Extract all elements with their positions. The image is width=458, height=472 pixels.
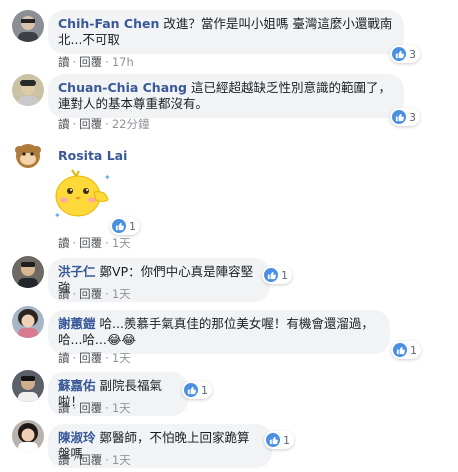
thumbs-up-icon bbox=[264, 268, 278, 282]
like-count: 3 bbox=[409, 110, 416, 124]
user-photo-icon bbox=[12, 140, 44, 172]
comment-author[interactable]: 洪子仁 bbox=[58, 264, 96, 279]
comment-actions: 讀 · 回覆 · 17h bbox=[58, 55, 134, 69]
reply-link[interactable]: 回覆 bbox=[79, 55, 102, 69]
avatar[interactable] bbox=[12, 140, 44, 172]
translate-link[interactable]: 讀 bbox=[58, 55, 70, 69]
comment-time[interactable]: 1天 bbox=[112, 287, 131, 301]
comment-actions: 讀 · 回覆 · 1天 bbox=[58, 401, 131, 415]
translate-link[interactable]: 讀 bbox=[58, 117, 70, 131]
thumbs-up-icon bbox=[392, 47, 406, 61]
user-photo-icon bbox=[12, 306, 44, 338]
thumbs-up-icon bbox=[392, 110, 406, 124]
thumbs-up-icon bbox=[266, 433, 280, 447]
comment-bubble: Chih-Fan Chen 改進？當作是叫小姐嗎 臺灣這麼小還戰南北...不可取 bbox=[48, 10, 404, 54]
reaction-count[interactable]: 1 bbox=[110, 217, 140, 235]
reply-link[interactable]: 回覆 bbox=[79, 236, 102, 250]
comment-author[interactable]: Rosita Lai bbox=[58, 148, 127, 163]
svg-text:✦: ✦ bbox=[54, 211, 61, 220]
reply-link[interactable]: 回覆 bbox=[79, 351, 102, 365]
comment-actions: 讀 · 回覆 · 1天 bbox=[58, 351, 131, 365]
comment-bubble: Chuan-Chia Chang 這已經超越缺乏性別意識的範圍了，連對人的基本尊重… bbox=[48, 74, 404, 118]
comment-time[interactable]: 17h bbox=[112, 55, 134, 69]
reaction-count[interactable]: 1 bbox=[391, 341, 421, 359]
like-count: 1 bbox=[201, 383, 208, 397]
reply-link[interactable]: 回覆 bbox=[79, 453, 102, 467]
translate-link[interactable]: 讀 bbox=[58, 401, 70, 415]
translate-link[interactable]: 讀 bbox=[58, 287, 70, 301]
reaction-count[interactable]: 1 bbox=[264, 431, 294, 449]
user-photo-icon bbox=[12, 256, 44, 288]
translate-link[interactable]: 讀 bbox=[58, 351, 70, 365]
comment-actions: 讀 · 回覆 · 1天 bbox=[58, 287, 131, 301]
reaction-count[interactable]: 3 bbox=[390, 108, 420, 126]
comment-text: 哈...羨慕手氣真佳的那位美女喔！有機會還溜過，哈...哈...😂😂 bbox=[58, 316, 374, 347]
user-photo-icon bbox=[12, 74, 44, 106]
comment-author[interactable]: 蘇嘉佑 bbox=[58, 378, 96, 393]
comment-author[interactable]: 謝蕙鎧 bbox=[58, 316, 96, 331]
user-photo-icon bbox=[12, 370, 44, 402]
reaction-count[interactable]: 1 bbox=[182, 381, 212, 399]
avatar[interactable] bbox=[12, 256, 44, 288]
comment-actions: 讀 · 回覆 · 1天 bbox=[58, 453, 131, 467]
svg-text:✦: ✦ bbox=[104, 173, 111, 182]
avatar[interactable] bbox=[12, 10, 44, 42]
thumbs-up-icon bbox=[112, 219, 126, 233]
avatar[interactable] bbox=[12, 74, 44, 106]
avatar[interactable] bbox=[12, 370, 44, 402]
user-photo-icon bbox=[12, 10, 44, 42]
yellow-chick-sticker: ✦ ✦ bbox=[50, 166, 116, 228]
comment-actions: 讀 · 回覆 · 1天 bbox=[58, 236, 131, 250]
comment-author[interactable]: Chih-Fan Chen bbox=[58, 16, 159, 31]
reply-link[interactable]: 回覆 bbox=[79, 401, 102, 415]
like-count: 1 bbox=[283, 433, 290, 447]
comment-time[interactable]: 1天 bbox=[112, 236, 131, 250]
reply-link[interactable]: 回覆 bbox=[79, 117, 102, 131]
avatar[interactable] bbox=[12, 306, 44, 338]
like-count: 1 bbox=[129, 219, 136, 233]
comment-time[interactable]: 1天 bbox=[112, 453, 131, 467]
reaction-count[interactable]: 1 bbox=[262, 266, 292, 284]
comment-bubble: 謝蕙鎧 哈...羨慕手氣真佳的那位美女喔！有機會還溜過，哈...哈...😂😂 bbox=[48, 310, 390, 354]
like-count: 1 bbox=[281, 268, 288, 282]
reply-link[interactable]: 回覆 bbox=[79, 287, 102, 301]
thumbs-up-icon bbox=[184, 383, 198, 397]
comment-author[interactable]: 陳淑玲 bbox=[58, 430, 96, 445]
comment-time[interactable]: 22分鐘 bbox=[112, 117, 150, 131]
user-photo-icon bbox=[12, 420, 44, 452]
comment-time[interactable]: 1天 bbox=[112, 351, 131, 365]
comment-actions: 讀 · 回覆 · 22分鐘 bbox=[58, 117, 150, 131]
thumbs-up-icon bbox=[393, 343, 407, 357]
like-count: 1 bbox=[410, 343, 417, 357]
like-count: 3 bbox=[409, 47, 416, 61]
translate-link[interactable]: 讀 bbox=[58, 236, 70, 250]
reaction-count[interactable]: 3 bbox=[390, 45, 420, 63]
translate-link[interactable]: 讀 bbox=[58, 453, 70, 467]
comment-time[interactable]: 1天 bbox=[112, 401, 131, 415]
avatar[interactable] bbox=[12, 420, 44, 452]
comment-author[interactable]: Chuan-Chia Chang bbox=[58, 80, 187, 95]
